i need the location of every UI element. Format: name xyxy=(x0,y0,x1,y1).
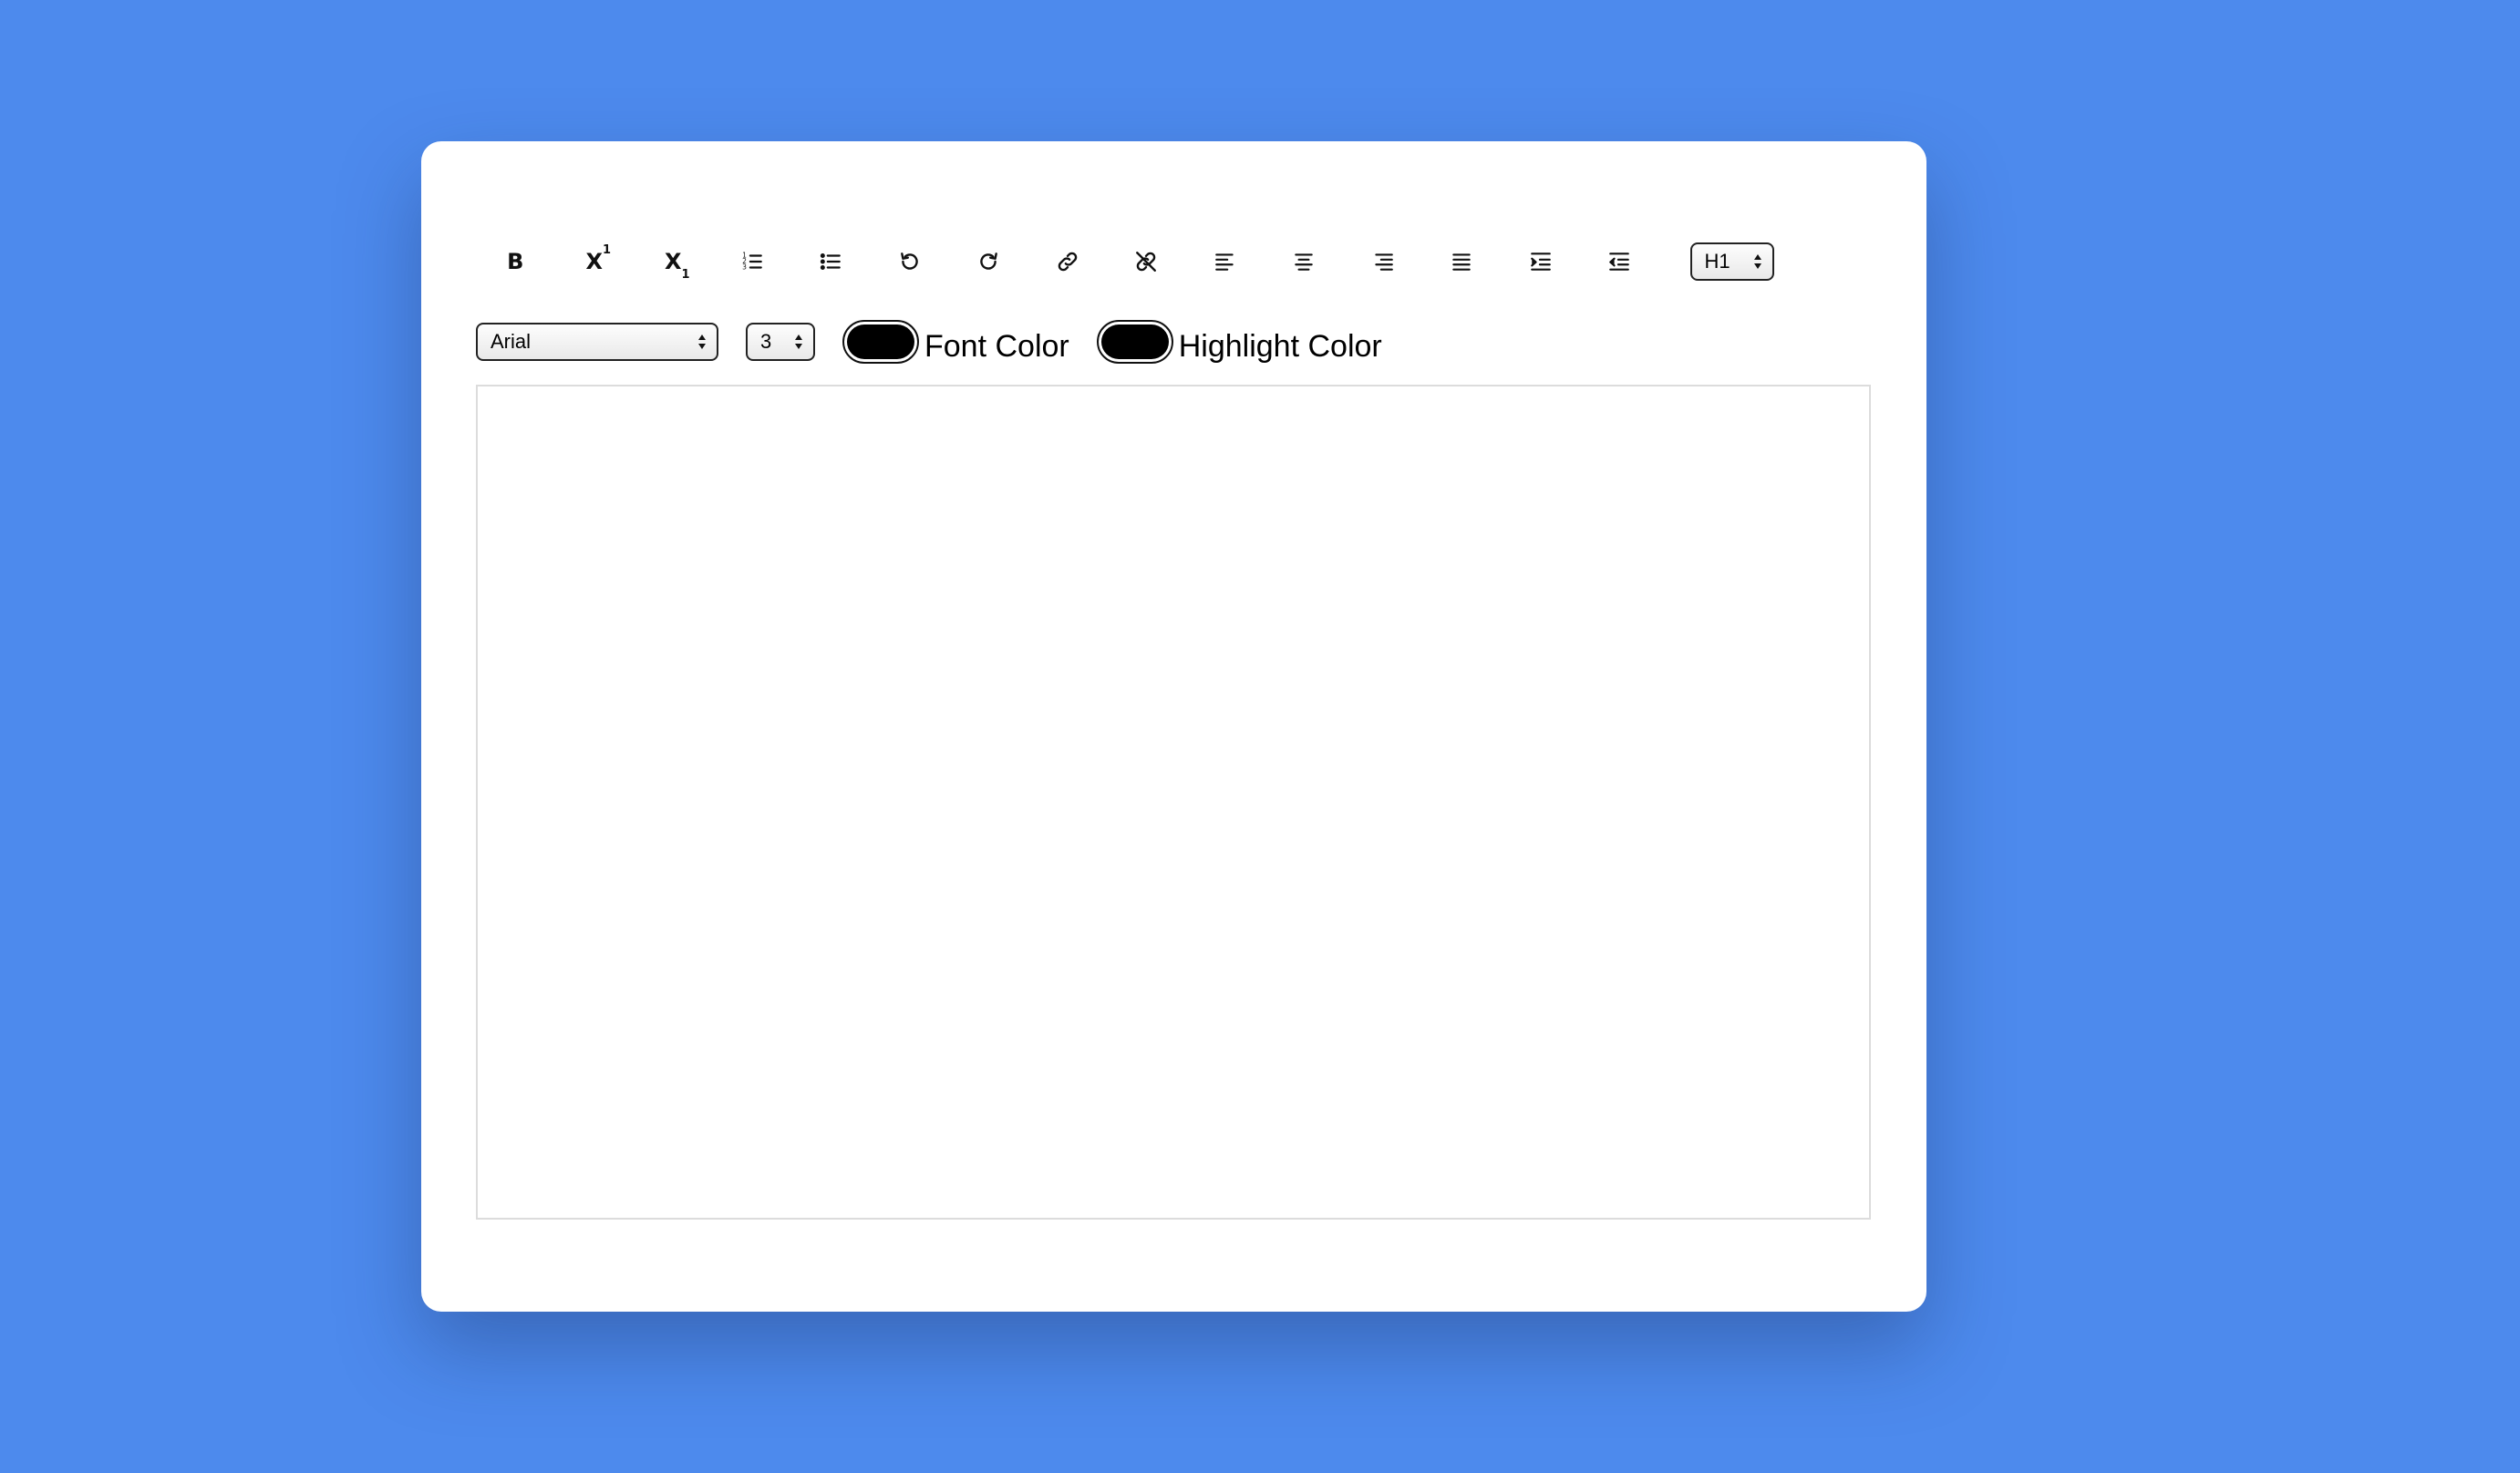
ordered-list-button[interactable]: 1 2 3 xyxy=(713,234,792,289)
font-size-select[interactable]: 3 xyxy=(746,323,815,361)
highlight-color-label: Highlight Color xyxy=(1178,328,1382,364)
superscript-icon: X1 xyxy=(585,243,611,274)
align-right-button[interactable] xyxy=(1344,234,1423,289)
font-format-row: Arial 3 Font Color Highlight Color xyxy=(476,313,1382,371)
link-icon xyxy=(1058,252,1077,272)
font-color-swatch xyxy=(847,324,914,359)
align-center-icon xyxy=(1295,253,1313,271)
align-left-icon xyxy=(1214,253,1234,271)
align-justify-icon xyxy=(1452,253,1471,271)
bold-button[interactable]: B xyxy=(476,234,555,289)
font-color-picker[interactable] xyxy=(842,320,919,364)
subscript-icon: X1 xyxy=(664,249,690,282)
align-left-button[interactable] xyxy=(1186,234,1265,289)
heading-select-value: H1 xyxy=(1704,250,1730,273)
unlink-icon xyxy=(1136,252,1157,272)
link-button[interactable] xyxy=(1028,234,1108,289)
formatting-toolbar: B X1 X1 1 2 3 H1 xyxy=(476,234,1774,289)
font-color-label: Font Color xyxy=(924,328,1069,364)
highlight-color-picker[interactable] xyxy=(1096,320,1173,364)
outdent-icon xyxy=(1609,252,1630,271)
svg-text:3: 3 xyxy=(742,263,747,272)
heading-select[interactable]: H1 xyxy=(1689,242,1774,281)
font-size-value: 3 xyxy=(760,330,772,353)
superscript-button[interactable]: X1 xyxy=(555,234,635,289)
select-arrows-icon xyxy=(698,335,706,349)
bold-icon: B xyxy=(507,249,524,274)
editor-card: B X1 X1 1 2 3 H1 Arial 3 Font Color High… xyxy=(421,141,1926,1312)
select-arrows-icon xyxy=(1753,254,1761,269)
unordered-list-button[interactable] xyxy=(791,234,871,289)
font-family-value: Arial xyxy=(491,330,532,353)
align-right-icon xyxy=(1375,253,1393,271)
outdent-button[interactable] xyxy=(1580,234,1659,289)
subscript-button[interactable]: X1 xyxy=(634,234,713,289)
redo-icon xyxy=(980,252,998,270)
ordered-list-icon: 1 2 3 xyxy=(742,252,762,272)
undo-icon xyxy=(900,252,918,270)
justify-button[interactable] xyxy=(1422,234,1502,289)
indent-icon xyxy=(1530,252,1551,271)
align-center-button[interactable] xyxy=(1265,234,1344,289)
highlight-color-swatch xyxy=(1100,324,1169,359)
unordered-list-icon xyxy=(821,253,842,270)
redo-button[interactable] xyxy=(949,234,1028,289)
editor-content-area[interactable] xyxy=(476,385,1871,1220)
indent-button[interactable] xyxy=(1502,234,1581,289)
unlink-button[interactable] xyxy=(1107,234,1186,289)
undo-button[interactable] xyxy=(871,234,950,289)
select-arrows-icon xyxy=(795,335,802,349)
font-family-select[interactable]: Arial xyxy=(476,323,718,361)
